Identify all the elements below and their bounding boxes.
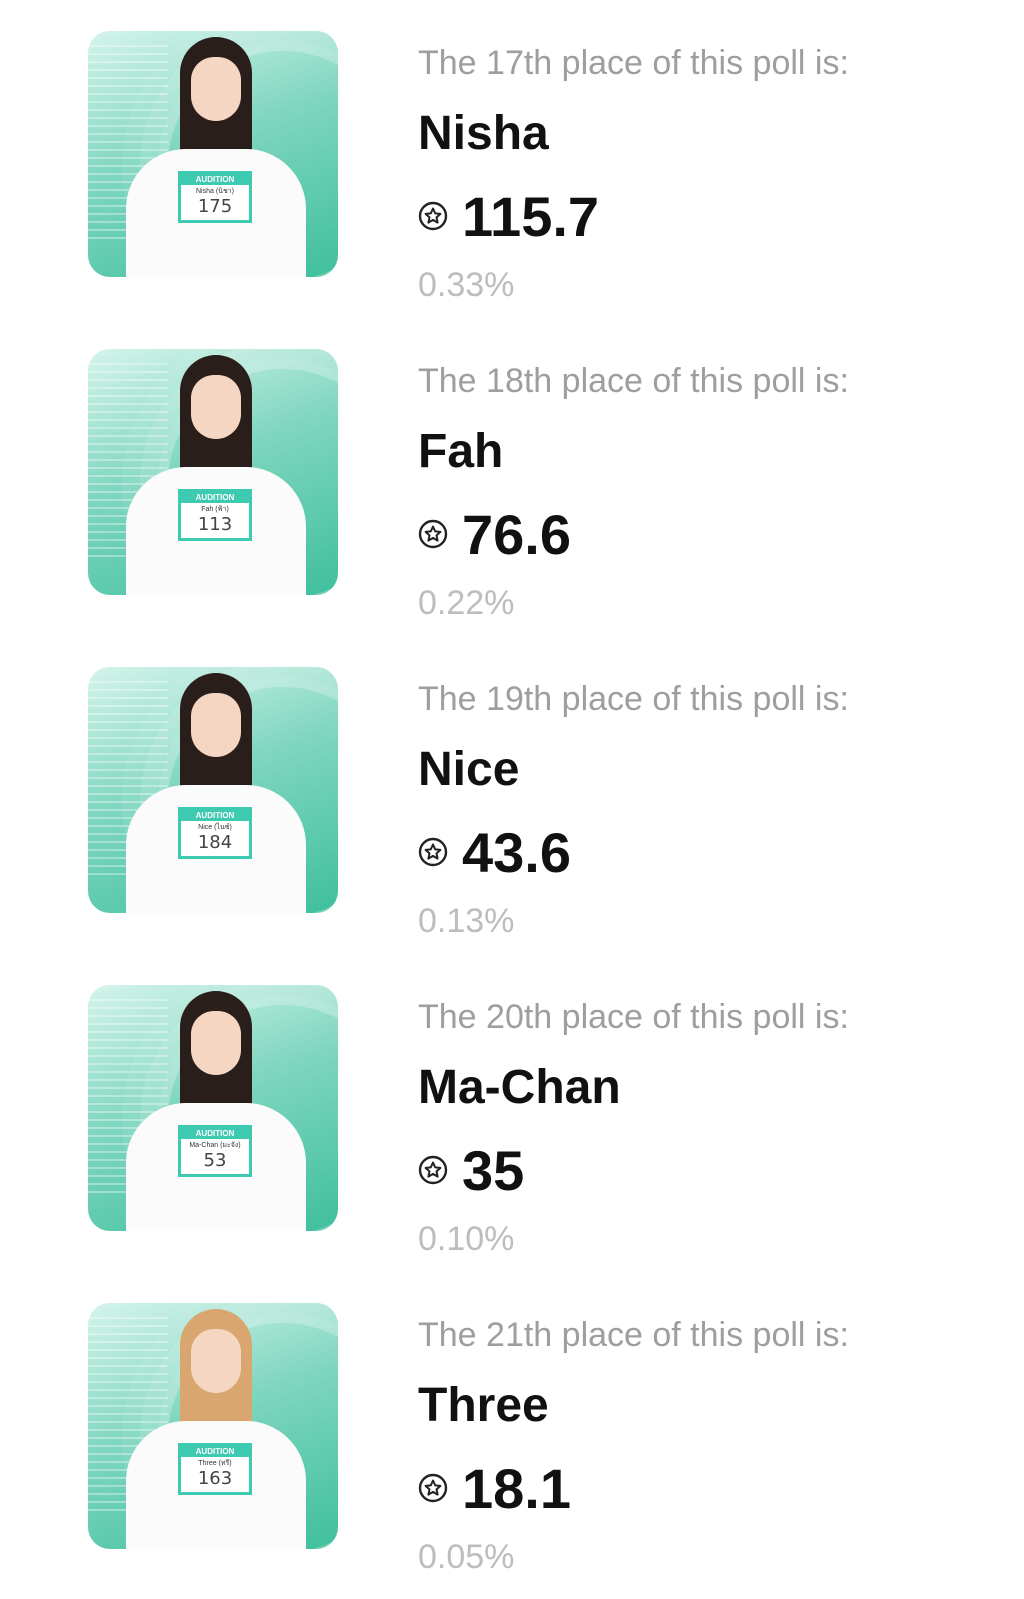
score-value: 18.1 (462, 1456, 571, 1520)
place-label: The 20th place of this poll is: (418, 998, 849, 1036)
score-row: 43.6 (418, 820, 571, 884)
contestant-photo[interactable]: AUDITION Nice (ไนซ์) 184 (88, 667, 338, 913)
score-value: 35 (462, 1138, 525, 1202)
audition-badge: AUDITION Fah (ฟ้า) 113 (178, 489, 252, 541)
vote-percent: 0.33% (418, 266, 515, 304)
score-row: 35 (418, 1138, 525, 1202)
poll-entry[interactable]: AUDITION Fah (ฟ้า) 113 The 18th place of… (0, 318, 1024, 622)
place-label: The 17th place of this poll is: (418, 44, 849, 82)
badge-header: AUDITION (181, 492, 249, 503)
contestant-photo[interactable]: AUDITION Ma-Chan (มะจัง) 53 (88, 985, 338, 1231)
contestant-photo[interactable]: AUDITION Nisha (นิชา) 175 (88, 31, 338, 277)
vote-percent: 0.13% (418, 902, 515, 940)
audition-badge: AUDITION Nisha (นิชา) 175 (178, 171, 252, 223)
vote-percent: 0.22% (418, 584, 515, 622)
badge-number: 113 (197, 514, 233, 535)
badge-header: AUDITION (181, 1446, 249, 1457)
contestant-name: Three (418, 1379, 549, 1432)
poll-entry[interactable]: AUDITION Nice (ไนซ์) 184 The 19th place … (0, 636, 1024, 940)
badge-header: AUDITION (181, 174, 249, 185)
place-label: The 19th place of this poll is: (418, 680, 849, 718)
star-badge-icon (418, 1155, 448, 1185)
contestant-name: Fah (418, 425, 504, 478)
badge-number: 163 (197, 1468, 233, 1489)
poll-entry[interactable]: AUDITION Nisha (นิชา) 175 The 17th place… (0, 0, 1024, 304)
badge-number: 184 (197, 832, 233, 853)
score-row: 115.7 (418, 184, 600, 248)
score-row: 76.6 (418, 502, 571, 566)
star-badge-icon (418, 201, 448, 231)
audition-badge: AUDITION Ma-Chan (มะจัง) 53 (178, 1125, 252, 1177)
place-label: The 21th place of this poll is: (418, 1316, 849, 1354)
contestant-photo[interactable]: AUDITION Three (ทรี) 163 (88, 1303, 338, 1549)
score-value: 43.6 (462, 820, 571, 884)
contestant-photo[interactable]: AUDITION Fah (ฟ้า) 113 (88, 349, 338, 595)
score-row: 18.1 (418, 1456, 571, 1520)
contestant-name: Nice (418, 743, 520, 796)
poll-entry[interactable]: AUDITION Three (ทรี) 163 The 21th place … (0, 1272, 1024, 1576)
badge-number: 175 (197, 196, 233, 217)
poll-entry[interactable]: AUDITION Ma-Chan (มะจัง) 53 The 20th pla… (0, 954, 1024, 1258)
audition-badge: AUDITION Three (ทรี) 163 (178, 1443, 252, 1495)
vote-percent: 0.10% (418, 1220, 515, 1258)
badge-header: AUDITION (181, 1128, 249, 1139)
badge-header: AUDITION (181, 810, 249, 821)
vote-percent: 0.05% (418, 1538, 515, 1576)
star-badge-icon (418, 1473, 448, 1503)
badge-number: 53 (203, 1150, 227, 1171)
contestant-name: Ma-Chan (418, 1061, 621, 1114)
contestant-name: Nisha (418, 107, 549, 160)
audition-badge: AUDITION Nice (ไนซ์) 184 (178, 807, 252, 859)
star-badge-icon (418, 519, 448, 549)
star-badge-icon (418, 837, 448, 867)
score-value: 115.7 (462, 184, 600, 248)
score-value: 76.6 (462, 502, 571, 566)
place-label: The 18th place of this poll is: (418, 362, 849, 400)
